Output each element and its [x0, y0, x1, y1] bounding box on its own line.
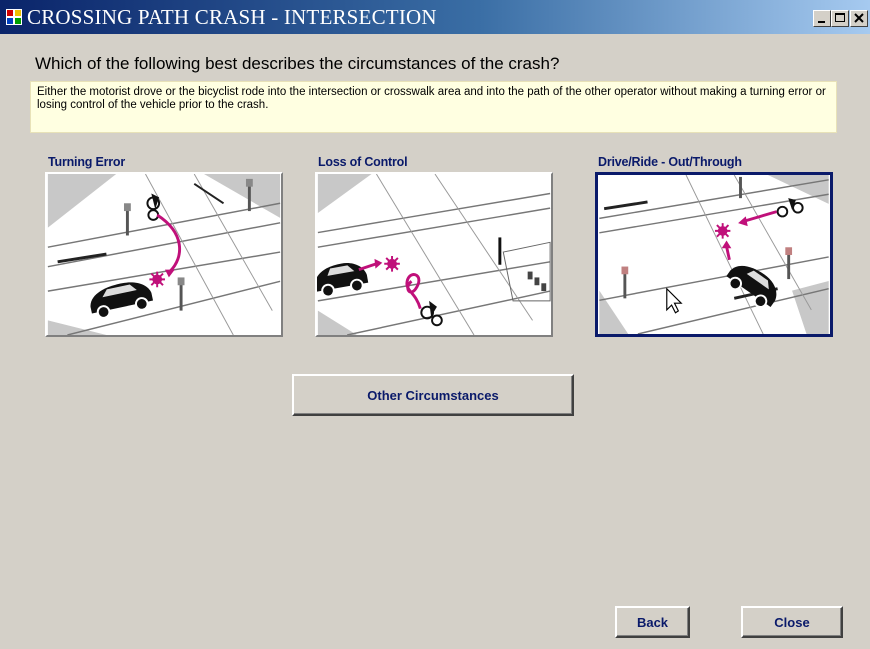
- loss-of-control-scene-icon: [317, 174, 551, 335]
- option-label-loss-of-control: Loss of Control: [318, 155, 408, 169]
- app-icon: [6, 9, 22, 25]
- description-box: Either the motorist drove or the bicycli…: [30, 81, 837, 133]
- question-heading: Which of the following best describes th…: [35, 54, 560, 73]
- other-circumstances-button[interactable]: Other Circumstances: [292, 374, 574, 416]
- maximize-button[interactable]: [831, 10, 849, 27]
- option-drive-ride-out-through[interactable]: [595, 172, 833, 337]
- minimize-icon: [818, 21, 825, 23]
- option-loss-of-control[interactable]: [315, 172, 553, 337]
- close-button[interactable]: Close: [741, 606, 843, 638]
- option-label-drive-ride: Drive/Ride - Out/Through: [598, 155, 742, 169]
- back-button[interactable]: Back: [615, 606, 690, 638]
- mouse-cursor-icon: [666, 287, 683, 314]
- option-label-turning-error: Turning Error: [48, 155, 126, 169]
- maximize-icon: [835, 13, 845, 22]
- title-bar[interactable]: CROSSING PATH CRASH - INTERSECTION: [0, 0, 870, 34]
- drive-ride-out-through-scene-icon: [599, 175, 829, 334]
- close-icon: [854, 13, 864, 23]
- window-title: CROSSING PATH CRASH - INTERSECTION: [27, 5, 437, 29]
- option-turning-error[interactable]: [45, 172, 283, 337]
- minimize-button[interactable]: [813, 10, 831, 27]
- close-window-button[interactable]: [850, 10, 868, 27]
- turning-error-scene-icon: [47, 174, 281, 335]
